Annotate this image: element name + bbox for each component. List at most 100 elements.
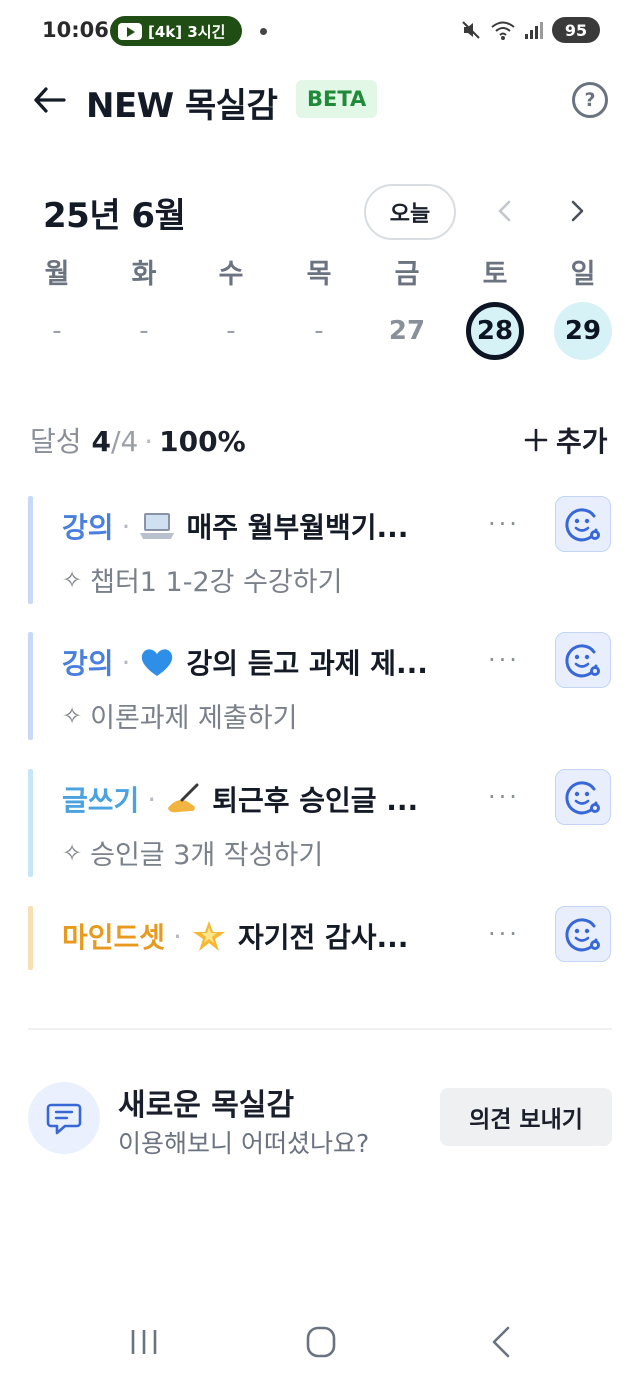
task-title-row: 강의 · 강의 듣고 과제 제... <box>62 642 428 682</box>
date-row: - - - - 27 28 29 <box>0 302 640 364</box>
smiley-face-icon <box>565 781 600 815</box>
laptop-icon <box>140 513 175 539</box>
feedback-icon-circle <box>28 1082 100 1154</box>
smiley-face-icon <box>565 644 600 678</box>
today-button[interactable]: 오늘 <box>364 184 456 240</box>
notification-dot <box>260 28 267 35</box>
blue-heart-icon <box>142 649 173 676</box>
sparkle-icon: ✧ <box>62 701 83 730</box>
weekday-fri: 금 <box>394 259 420 290</box>
wifi-icon <box>491 21 515 40</box>
chat-bubble-icon <box>46 1103 82 1135</box>
feedback-subtitle: 이용해보니 어떠셨나요? <box>118 1129 370 1158</box>
more-options-icon[interactable]: ··· <box>488 783 520 811</box>
task-color-bar <box>28 496 33 604</box>
status-icons: 95 <box>460 17 600 43</box>
help-button[interactable]: ? <box>572 82 608 118</box>
task-dot: · <box>173 919 182 953</box>
app-screen: 10:06 [4k] 3시긴 95 NEW 목실감 BETA ? 25년 6월 … <box>0 0 640 1387</box>
page-title: NEW 목실감 <box>86 86 278 126</box>
home-icon[interactable] <box>299 1322 343 1362</box>
date-cell-selected[interactable]: 28 <box>466 302 524 360</box>
task-title: 자기전 감사... <box>237 921 409 954</box>
sparkle-icon: ✧ <box>62 565 83 594</box>
achievement-separator: · <box>144 425 154 458</box>
task-title: 강의 듣고 과제 제... <box>186 647 428 680</box>
task-subtitle-row: ✧ 이론과제 제출하기 <box>62 696 297 735</box>
task-category: 강의 <box>62 647 114 680</box>
smiley-face-icon <box>565 918 600 952</box>
task-subtitle-row: ✧ 챕터1 1-2강 수강하기 <box>62 560 342 599</box>
add-button[interactable]: 추가 <box>524 420 608 460</box>
more-options-icon[interactable]: ··· <box>488 920 520 948</box>
mood-button[interactable] <box>555 769 611 825</box>
achievement-total: /4 <box>111 425 139 458</box>
task-title-row: 강의 · 매주 월부월백기... <box>62 506 408 546</box>
achievement-summary: 달성 4 /4 · 100% <box>30 420 246 460</box>
weekday-mon: 월 <box>44 259 70 290</box>
signal-icon <box>525 22 543 39</box>
task-category: 강의 <box>62 511 114 544</box>
date-cell-today[interactable]: 29 <box>554 302 612 360</box>
mood-button[interactable] <box>555 496 611 552</box>
media-pill[interactable]: [4k] 3시긴 <box>110 16 242 46</box>
task-item[interactable]: 강의 · 강의 듣고 과제 제... ✧ 이론과제 제출하기 ··· <box>28 632 620 740</box>
youtube-icon <box>118 22 142 40</box>
task-category: 마인드셋 <box>62 921 166 954</box>
task-title-row: 글쓰기 · 퇴근후 승인글 ... <box>62 779 418 819</box>
more-options-icon[interactable]: ··· <box>488 646 520 674</box>
mute-icon <box>462 21 480 39</box>
weekday-sat: 토 <box>482 259 508 290</box>
task-color-bar <box>28 906 33 970</box>
back-nav-icon[interactable] <box>480 1322 524 1362</box>
weekday-wed: 수 <box>218 259 244 290</box>
date-cell: - <box>139 316 149 346</box>
section-divider <box>28 1028 612 1030</box>
recent-apps-icon[interactable] <box>122 1322 166 1362</box>
task-color-bar <box>28 632 33 740</box>
achievement-percent: 100% <box>159 425 246 458</box>
app-header: NEW 목실감 BETA ? <box>0 72 640 128</box>
today-button-label: 오늘 <box>389 202 431 227</box>
task-title: 매주 월부월백기... <box>186 511 409 544</box>
task-dot: · <box>121 645 131 679</box>
beta-badge: BETA <box>296 80 378 118</box>
task-title: 퇴근후 승인글 ... <box>212 784 419 817</box>
task-subtitle-row: ✧ 승인글 3개 작성하기 <box>62 833 323 872</box>
task-item[interactable]: 글쓰기 · 퇴근후 승인글 ... ✧ 승인글 3개 작성하기 ··· <box>28 769 620 877</box>
task-category: 글쓰기 <box>62 784 140 817</box>
task-item[interactable]: 강의 · 매주 월부월백기... ✧ 챕터1 1-2강 수강하기 ··· <box>28 496 620 604</box>
task-subtitle: 챕터1 1-2강 수강하기 <box>90 567 343 598</box>
writing-hand-icon <box>168 783 199 813</box>
weekday-thu: 목 <box>306 259 332 290</box>
task-dot: · <box>121 509 131 543</box>
glowing-star-icon <box>192 921 225 951</box>
chevron-right-icon[interactable] <box>562 196 592 226</box>
achievement-done: 4 <box>91 425 112 458</box>
date-cell[interactable]: 27 <box>378 302 436 360</box>
date-cell: - <box>314 316 324 346</box>
smiley-face-icon <box>565 508 600 542</box>
chevron-left-icon[interactable] <box>490 196 520 226</box>
task-item[interactable]: 마인드셋 · 자기전 감사... ··· <box>28 906 620 970</box>
achievement-label: 달성 <box>30 425 82 458</box>
status-bar: 10:06 [4k] 3시긴 95 <box>0 0 640 62</box>
send-feedback-button[interactable]: 의견 보내기 <box>440 1088 612 1146</box>
weekday-sun: 일 <box>570 259 596 290</box>
back-arrow-icon[interactable] <box>30 80 70 120</box>
add-button-label: 추가 <box>556 425 608 458</box>
task-subtitle: 이론과제 제출하기 <box>90 703 298 734</box>
more-options-icon[interactable]: ··· <box>488 510 520 538</box>
battery-indicator: 95 <box>552 17 600 43</box>
question-mark-icon: ? <box>584 89 596 111</box>
weekday-tue: 화 <box>131 259 157 290</box>
mood-button[interactable] <box>555 906 611 962</box>
date-cell: - <box>52 316 62 346</box>
sparkle-icon: ✧ <box>62 838 83 867</box>
task-dot: · <box>147 782 157 816</box>
plus-icon <box>524 428 548 452</box>
mood-button[interactable] <box>555 632 611 688</box>
status-time: 10:06 <box>42 18 109 42</box>
media-pill-text: [4k] 3시긴 <box>148 22 226 41</box>
task-subtitle: 승인글 3개 작성하기 <box>90 840 324 871</box>
